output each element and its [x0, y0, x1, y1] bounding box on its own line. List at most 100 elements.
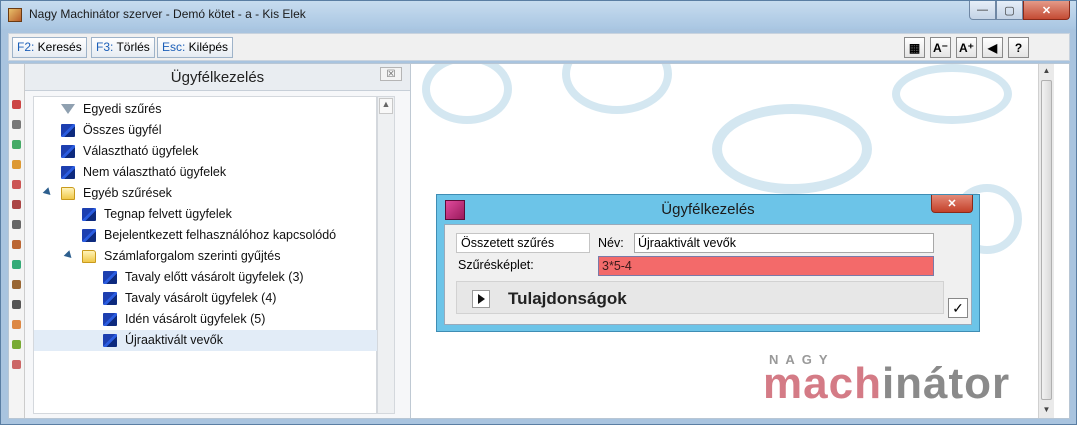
funnel-icon: [61, 104, 75, 114]
tree-item[interactable]: Idén vásárolt ügyfelek (5): [34, 309, 377, 330]
scroll-up-icon[interactable]: ▲: [379, 98, 393, 114]
search-key: F2:: [17, 40, 35, 54]
side-strip: [9, 64, 25, 418]
user-icon: [61, 145, 75, 158]
tree-item-label: Számlaforgalom szerinti gyűjtés: [104, 249, 281, 263]
scroll-up-icon[interactable]: ▲: [1041, 66, 1052, 77]
minimize-button[interactable]: —: [969, 1, 996, 20]
scrollbar-thumb[interactable]: [1041, 80, 1052, 400]
app-icon: [8, 8, 22, 22]
tree-item[interactable]: Nem választható ügyfelek: [34, 162, 377, 183]
scroll-down-icon[interactable]: ▼: [1041, 405, 1052, 416]
strip-icon[interactable]: [12, 280, 21, 289]
strip-icon[interactable]: [12, 320, 21, 329]
ok-checkmark-button[interactable]: ✓: [948, 298, 968, 318]
properties-section[interactable]: Tulajdonságok: [456, 281, 944, 314]
back-arrow-icon[interactable]: ◀: [982, 37, 1003, 58]
filter-type-field[interactable]: Összetett szűrés: [456, 233, 590, 253]
user-icon: [61, 124, 75, 137]
tree-item[interactable]: Választható ügyfelek: [34, 141, 377, 162]
close-button[interactable]: ✕: [1023, 1, 1070, 20]
name-input[interactable]: Újraaktivált vevők: [634, 233, 934, 253]
user-icon: [103, 334, 117, 347]
strip-icon[interactable]: [12, 340, 21, 349]
folder-icon: [61, 187, 75, 200]
toolbar: F2: Keresés F3: Törlés Esc: Kilépés ▦ A⁻…: [8, 33, 1070, 61]
exit-key: Esc:: [162, 40, 186, 54]
tree-item-label: Tavaly előtt vásárolt ügyfelek (3): [125, 270, 304, 284]
background-ornament: [892, 64, 1012, 124]
tree-item-label: Egyedi szűrés: [83, 102, 162, 116]
strip-icon[interactable]: [12, 220, 21, 229]
strip-icon[interactable]: [12, 100, 21, 109]
user-icon: [82, 229, 96, 242]
grid-icon[interactable]: ▦: [904, 37, 925, 58]
tree-item-label: Egyéb szűrések: [83, 186, 172, 200]
tree-item[interactable]: Számlaforgalom szerinti gyűjtés: [34, 246, 377, 267]
panel-header: Ügyfélkezelés ☒: [25, 64, 410, 91]
customer-panel: Ügyfélkezelés ☒ Egyedi szűrés Összes ügy…: [25, 64, 411, 418]
background-ornament: [422, 64, 512, 124]
tree-item-label: Tegnap felvett ügyfelek: [104, 207, 232, 221]
expand-arrow-icon[interactable]: [42, 187, 54, 198]
help-icon[interactable]: ?: [1008, 37, 1029, 58]
expand-arrow-icon[interactable]: [63, 250, 75, 261]
user-icon: [82, 208, 96, 221]
dialog-title: Ügyfélkezelés: [661, 201, 755, 218]
folder-icon: [82, 250, 96, 263]
tree-item[interactable]: Egyedi szűrés: [34, 99, 377, 120]
strip-icon[interactable]: [12, 160, 21, 169]
filter-tree: Egyedi szűrés Összes ügyfél Választható …: [33, 96, 377, 414]
tree-item[interactable]: Tegnap felvett ügyfelek: [34, 204, 377, 225]
strip-icon[interactable]: [12, 260, 21, 269]
main-window: Nagy Machinátor szerver - Demó kötet - a…: [0, 0, 1077, 425]
panel-close-icon[interactable]: ☒: [380, 67, 402, 81]
background-ornament: [712, 104, 872, 194]
user-icon: [103, 313, 117, 326]
properties-title: Tulajdonságok: [508, 289, 627, 308]
strip-icon[interactable]: [12, 140, 21, 149]
tree-item-label: Újraaktivált vevők: [125, 333, 223, 347]
dialog-title-bar[interactable]: Ügyfélkezelés ✕: [437, 195, 979, 223]
exit-button[interactable]: Esc: Kilépés: [157, 37, 234, 58]
tree-item[interactable]: Összes ügyfél: [34, 120, 377, 141]
user-icon: [61, 166, 75, 179]
title-bar[interactable]: Nagy Machinátor szerver - Demó kötet - a…: [1, 1, 1076, 29]
dialog-close-button[interactable]: ✕: [931, 195, 973, 213]
strip-icon[interactable]: [12, 120, 21, 129]
tree-item-selected[interactable]: Újraaktivált vevők: [34, 330, 377, 351]
main-vertical-scrollbar[interactable]: ▲ ▼: [1038, 64, 1054, 418]
dialog-body: Összetett szűrés Név: Újraaktivált vevők…: [444, 224, 972, 325]
strip-icon[interactable]: [12, 240, 21, 249]
tree-item[interactable]: Egyéb szűrések: [34, 183, 377, 204]
user-icon: [103, 271, 117, 284]
logo-part-1: mach: [763, 359, 882, 408]
formula-label: Szűrésképlet:: [458, 258, 534, 272]
strip-icon[interactable]: [12, 180, 21, 189]
font-increase-icon[interactable]: A⁺: [956, 37, 977, 58]
tree-item-label: Tavaly vásárolt ügyfelek (4): [125, 291, 277, 305]
tree-item-label: Bejelentkezett felhasználóhoz kapcsolódó: [104, 228, 337, 242]
tree-item[interactable]: Tavaly vásárolt ügyfelek (4): [34, 288, 377, 309]
tree-scrollbar[interactable]: ▲: [377, 96, 395, 414]
window-title: Nagy Machinátor szerver - Demó kötet - a…: [29, 7, 306, 21]
strip-icon[interactable]: [12, 200, 21, 209]
tree-item[interactable]: Tavaly előtt vásárolt ügyfelek (3): [34, 267, 377, 288]
panel-title: Ügyfélkezelés: [170, 69, 265, 86]
user-icon: [103, 292, 117, 305]
logo-part-2: inátor: [881, 359, 1011, 408]
expand-play-icon[interactable]: [472, 290, 490, 308]
delete-label: Törlés: [113, 40, 150, 54]
font-decrease-icon[interactable]: A⁻: [930, 37, 951, 58]
name-label: Név:: [598, 236, 624, 250]
search-button[interactable]: F2: Keresés: [12, 37, 87, 58]
exit-label: Kilépés: [185, 40, 229, 54]
delete-button[interactable]: F3: Törlés: [91, 37, 155, 58]
brand-logo: machinátor: [763, 359, 1010, 409]
formula-input[interactable]: 3*5-4: [598, 256, 934, 276]
tree-item-label: Idén vásárolt ügyfelek (5): [125, 312, 266, 326]
tree-item[interactable]: Bejelentkezett felhasználóhoz kapcsolódó: [34, 225, 377, 246]
strip-icon[interactable]: [12, 300, 21, 309]
strip-icon[interactable]: [12, 360, 21, 369]
maximize-button[interactable]: ▢: [996, 1, 1023, 20]
